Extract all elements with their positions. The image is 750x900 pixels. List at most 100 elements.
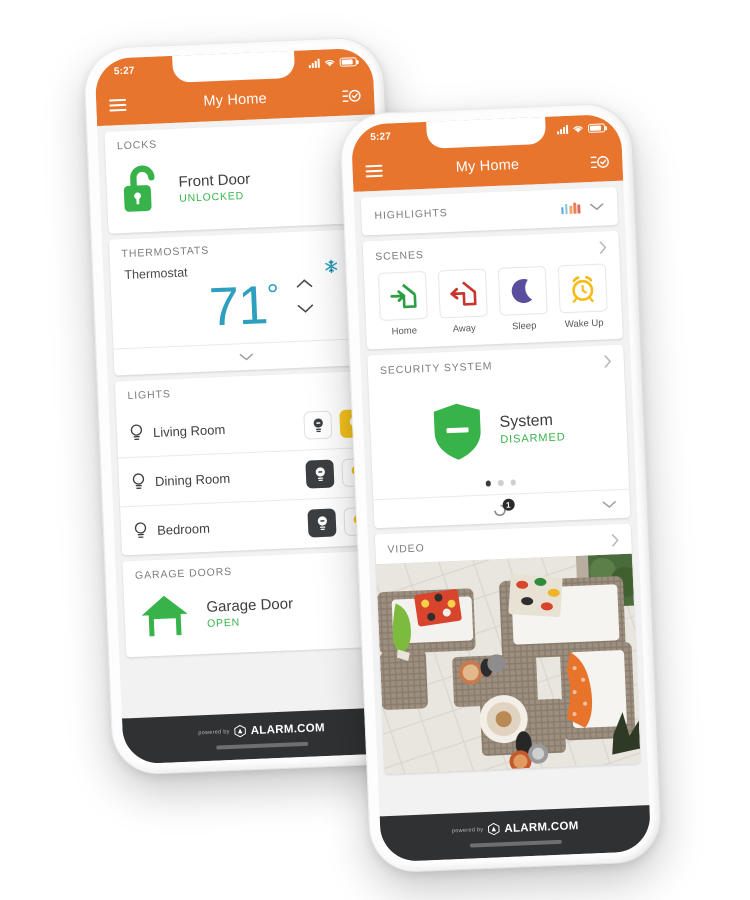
sensor-activity-group[interactable]: 1 <box>374 494 631 524</box>
garage-name: Garage Door <box>206 594 294 616</box>
scene-wakeup-icon[interactable] <box>557 263 608 314</box>
battery-icon <box>587 123 606 134</box>
wifi-icon <box>324 59 335 67</box>
back-notch <box>172 50 296 83</box>
camera-feed[interactable] <box>376 553 641 774</box>
garage-state: OPEN <box>206 616 241 630</box>
page-title: My Home <box>203 90 268 110</box>
page-title: My Home <box>455 156 520 176</box>
signal-bars-icon <box>557 124 569 135</box>
video-card[interactable]: VIDEO <box>374 523 641 774</box>
phone-front: 5:27 My Home HIGHLIGHTS SCENES Home Away… <box>339 102 663 874</box>
front-content: HIGHLIGHTS SCENES Home Away Sleep Wake U… <box>353 180 652 863</box>
light-row[interactable]: Bedroom <box>120 496 386 555</box>
highlights-header-row: HIGHLIGHTS <box>361 187 618 236</box>
security-body: System DISARMED <box>369 375 630 499</box>
bulb-outline-icon <box>132 472 145 489</box>
battery-icon <box>339 57 357 67</box>
alarm-brand: powered by ALARM.COM <box>198 721 325 739</box>
security-text: System DISARMED <box>499 411 566 446</box>
status-time: 5:27 <box>113 65 135 78</box>
checklist-check-icon[interactable] <box>342 86 362 104</box>
video-more[interactable] <box>611 533 620 547</box>
bulb-off-icon[interactable] <box>305 459 335 489</box>
alarm-brand-name: ALARM.COM <box>504 819 579 835</box>
highlights-card[interactable]: HIGHLIGHTS <box>360 186 619 236</box>
light-name: Living Room <box>152 421 226 440</box>
snowflake-icon[interactable] <box>324 259 339 274</box>
pagination-dot[interactable] <box>497 479 504 486</box>
scene-item-wakeup[interactable]: Wake Up <box>554 263 613 330</box>
shield-disarmed-icon[interactable] <box>431 401 485 463</box>
home-indicator[interactable] <box>469 839 562 848</box>
security-pagination[interactable] <box>373 475 629 491</box>
security-status[interactable]: System DISARMED <box>369 395 627 466</box>
garage-row[interactable]: Garage Door OPEN <box>124 578 391 657</box>
lock-row[interactable]: Front Door UNLOCKED <box>106 149 373 234</box>
lock-state: UNLOCKED <box>178 189 245 205</box>
scene-item-sleep[interactable]: Sleep <box>494 265 553 333</box>
unlocked-padlock-icon[interactable] <box>120 163 166 217</box>
back-appbar: 5:27 My Home <box>94 47 375 127</box>
scene-item-away[interactable]: Away <box>434 268 493 335</box>
scenes-list: Home Away Sleep Wake Up <box>364 261 623 350</box>
highlights-controls[interactable] <box>560 201 605 214</box>
hamburger-menu-icon[interactable] <box>109 95 127 115</box>
lights-card[interactable]: LIGHTS Living Room Dining Room Bedroom <box>114 370 386 556</box>
thermostats-card[interactable]: THERMOSTATS Thermostat 71° <box>108 228 379 376</box>
security-state: DISARMED <box>500 431 566 446</box>
hamburger-menu-icon[interactable] <box>365 161 383 181</box>
scene-item-home[interactable]: Home <box>374 270 433 338</box>
front-appbar: 5:27 My Home <box>350 113 624 192</box>
scene-label: Sleep <box>511 320 537 333</box>
thermostat-temperature: 71 <box>208 275 269 338</box>
bulb-off-icon[interactable] <box>307 508 337 538</box>
scene-sleep-icon[interactable] <box>497 265 548 316</box>
chevron-right-icon <box>599 241 607 254</box>
thermostat-steppers[interactable] <box>296 278 314 314</box>
checklist-check-icon[interactable] <box>590 153 610 171</box>
security-header: SECURITY SYSTEM <box>379 360 493 377</box>
security-name: System <box>499 411 554 431</box>
scenes-more[interactable] <box>599 240 608 254</box>
scene-label: Home <box>391 325 418 338</box>
bulb-off-icon[interactable] <box>303 410 333 440</box>
alarm-hex-logo-icon <box>488 822 500 836</box>
lock-name: Front Door <box>178 170 251 191</box>
home-indicator[interactable] <box>216 741 309 750</box>
alarm-brand: powered by ALARM.COM <box>452 819 579 837</box>
scene-away-icon[interactable] <box>437 268 488 319</box>
scene-home-icon[interactable] <box>377 270 428 321</box>
alarm-hex-logo-icon <box>234 724 247 738</box>
chevron-down-icon[interactable] <box>297 303 314 314</box>
front-notch <box>426 116 547 149</box>
wifi-icon <box>573 126 583 133</box>
chevron-right-icon <box>604 355 612 368</box>
screenshot-stage: 5:27 My Home LOCKS Front Door UNLOCKED T… <box>0 0 750 900</box>
light-name: Dining Room <box>154 470 231 489</box>
locks-card[interactable]: LOCKS Front Door UNLOCKED <box>104 120 373 234</box>
pagination-dot[interactable] <box>485 480 492 487</box>
security-more[interactable] <box>604 354 613 368</box>
pagination-dot[interactable] <box>510 479 517 486</box>
chevron-up-icon[interactable] <box>296 278 313 289</box>
status-badge: 1 <box>501 498 515 511</box>
security-card[interactable]: SECURITY SYSTEM System DISARMED 1 <box>367 344 631 528</box>
lock-text: Front Door UNLOCKED <box>178 170 251 204</box>
signal-bars-icon <box>308 58 320 69</box>
bulb-outline-icon <box>130 423 143 440</box>
bulb-outline-icon <box>134 521 147 538</box>
chevron-down-icon <box>239 353 253 361</box>
status-time: 5:27 <box>369 131 392 144</box>
bar-chart-icon[interactable] <box>560 202 581 214</box>
powered-by-label: powered by <box>198 728 230 736</box>
chevron-right-icon <box>611 533 619 547</box>
video-header: VIDEO <box>387 541 425 556</box>
scenes-header: SCENES <box>374 249 425 264</box>
garage-door-open-icon[interactable] <box>138 591 192 641</box>
garage-card[interactable]: GARAGE DOORS Garage Door OPEN <box>122 550 391 658</box>
chevron-down-icon[interactable] <box>589 202 604 211</box>
scenes-card[interactable]: SCENES Home Away Sleep Wake Up <box>362 230 623 350</box>
status-icons <box>308 57 357 69</box>
scene-label: Wake Up <box>564 317 604 331</box>
